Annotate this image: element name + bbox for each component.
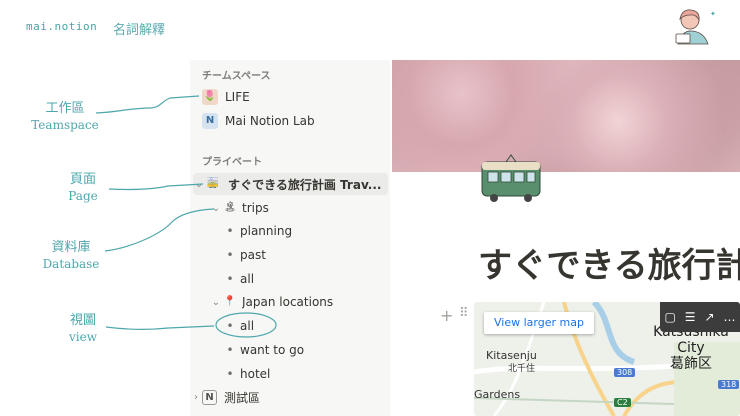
- private-section-header: プライベート: [202, 157, 262, 168]
- annotation-page: 頁面 Page: [68, 172, 98, 203]
- tulip-icon: 🌷: [202, 89, 218, 105]
- map-label-kitasenju-jp: 北千住: [508, 364, 536, 374]
- comment-icon[interactable]: ▢: [664, 310, 675, 324]
- sidebar-item-label: 測試區: [224, 390, 261, 405]
- bullet-icon: •: [226, 367, 234, 381]
- svg-text:✦: ✦: [710, 10, 716, 18]
- sidebar-item-label: hotel: [240, 367, 271, 381]
- tram-icon: 🚋: [206, 178, 220, 189]
- pin-icon: 📍: [223, 296, 237, 307]
- annotation-view: 視圖 view: [69, 313, 97, 344]
- more-icon[interactable]: …: [724, 310, 736, 324]
- map-label-gardens: Gardens: [474, 388, 521, 401]
- sidebar-item-label: all: [240, 272, 255, 286]
- view-larger-map-link[interactable]: View larger map: [484, 312, 594, 334]
- map-toolbar: ▢ ☰ ↗ …: [660, 302, 740, 332]
- sidebar-item-label: all: [240, 319, 255, 333]
- page-title[interactable]: すぐできる旅行計: [478, 238, 740, 287]
- sidebar-item-trips[interactable]: ⌄ 🏝 trips: [190, 197, 390, 219]
- notion-icon: N: [202, 389, 217, 405]
- chevron-right-icon[interactable]: ›: [190, 392, 202, 403]
- sidebar: チームスペース 🌷 LIFE N Mai Notion Lab プライベート ⌄…: [190, 60, 390, 416]
- sidebar-item-trip-page[interactable]: ⌄ 🚋 すぐできる旅行計画 Trav...: [193, 173, 388, 195]
- page-cover-image[interactable]: [392, 60, 740, 172]
- brand-logo: mai.notion: [26, 20, 98, 33]
- chevron-down-icon[interactable]: ⌄: [210, 297, 222, 308]
- annotation-teamspace: 工作區 Teamspace: [31, 101, 99, 132]
- bullet-icon: •: [226, 224, 234, 238]
- caption-icon[interactable]: ☰: [685, 310, 696, 324]
- route-badge: 308: [614, 368, 636, 377]
- header-title: 名詞解釋: [113, 23, 166, 38]
- bullet-icon: •: [226, 248, 234, 262]
- sidebar-item-japan-view-all[interactable]: • all: [190, 315, 390, 337]
- drag-handle-icon[interactable]: ⠿: [459, 306, 469, 321]
- sidebar-item-label: trips: [242, 201, 269, 215]
- open-external-icon[interactable]: ↗: [704, 310, 714, 324]
- sidebar-item-mai-notion-lab[interactable]: N Mai Notion Lab: [190, 110, 390, 132]
- avatar-illustration: ✦: [675, 9, 716, 45]
- island-icon: 🏝: [223, 202, 237, 213]
- notion-icon: N: [202, 113, 218, 129]
- sidebar-item-japan-view-want-to-go[interactable]: • want to go: [190, 339, 390, 361]
- tram-icon: [481, 154, 541, 202]
- sidebar-item-label: past: [240, 248, 266, 262]
- sidebar-item-label: Japan locations: [242, 295, 334, 309]
- bullet-icon: •: [226, 343, 234, 357]
- chevron-down-icon[interactable]: ⌄: [193, 179, 205, 190]
- sidebar-item-life[interactable]: 🌷 LIFE: [190, 86, 390, 108]
- bullet-icon: •: [226, 272, 234, 286]
- chevron-down-icon[interactable]: ⌄: [210, 203, 222, 214]
- annotation-database: 資料庫 Database: [42, 240, 100, 271]
- sidebar-item-trips-view-past[interactable]: • past: [190, 244, 390, 266]
- route-badge: C2: [614, 398, 631, 407]
- embedded-map[interactable]: View larger map Katsushika City 葛飾区 ▢ ☰ …: [474, 302, 740, 416]
- sidebar-item-label: planning: [240, 224, 293, 238]
- teamspace-section-header: チームスペース: [202, 71, 271, 82]
- sidebar-item-japan-view-hotel[interactable]: • hotel: [190, 363, 390, 385]
- plus-icon[interactable]: +: [440, 306, 453, 325]
- sidebar-item-test-area[interactable]: › N 測試區: [190, 386, 390, 408]
- sidebar-item-label: すぐできる旅行計画 Trav...: [228, 177, 382, 192]
- sidebar-item-trips-view-planning[interactable]: • planning: [190, 220, 390, 242]
- sidebar-item-trips-view-all[interactable]: • all: [190, 268, 390, 290]
- bullet-icon: •: [226, 319, 234, 333]
- sidebar-item-label: want to go: [240, 343, 305, 357]
- sidebar-item-label: Mai Notion Lab: [225, 114, 315, 128]
- sidebar-item-japan-locations[interactable]: ⌄ 📍 Japan locations: [190, 291, 390, 313]
- route-badge: 318: [718, 380, 740, 389]
- sidebar-item-label: LIFE: [225, 90, 250, 104]
